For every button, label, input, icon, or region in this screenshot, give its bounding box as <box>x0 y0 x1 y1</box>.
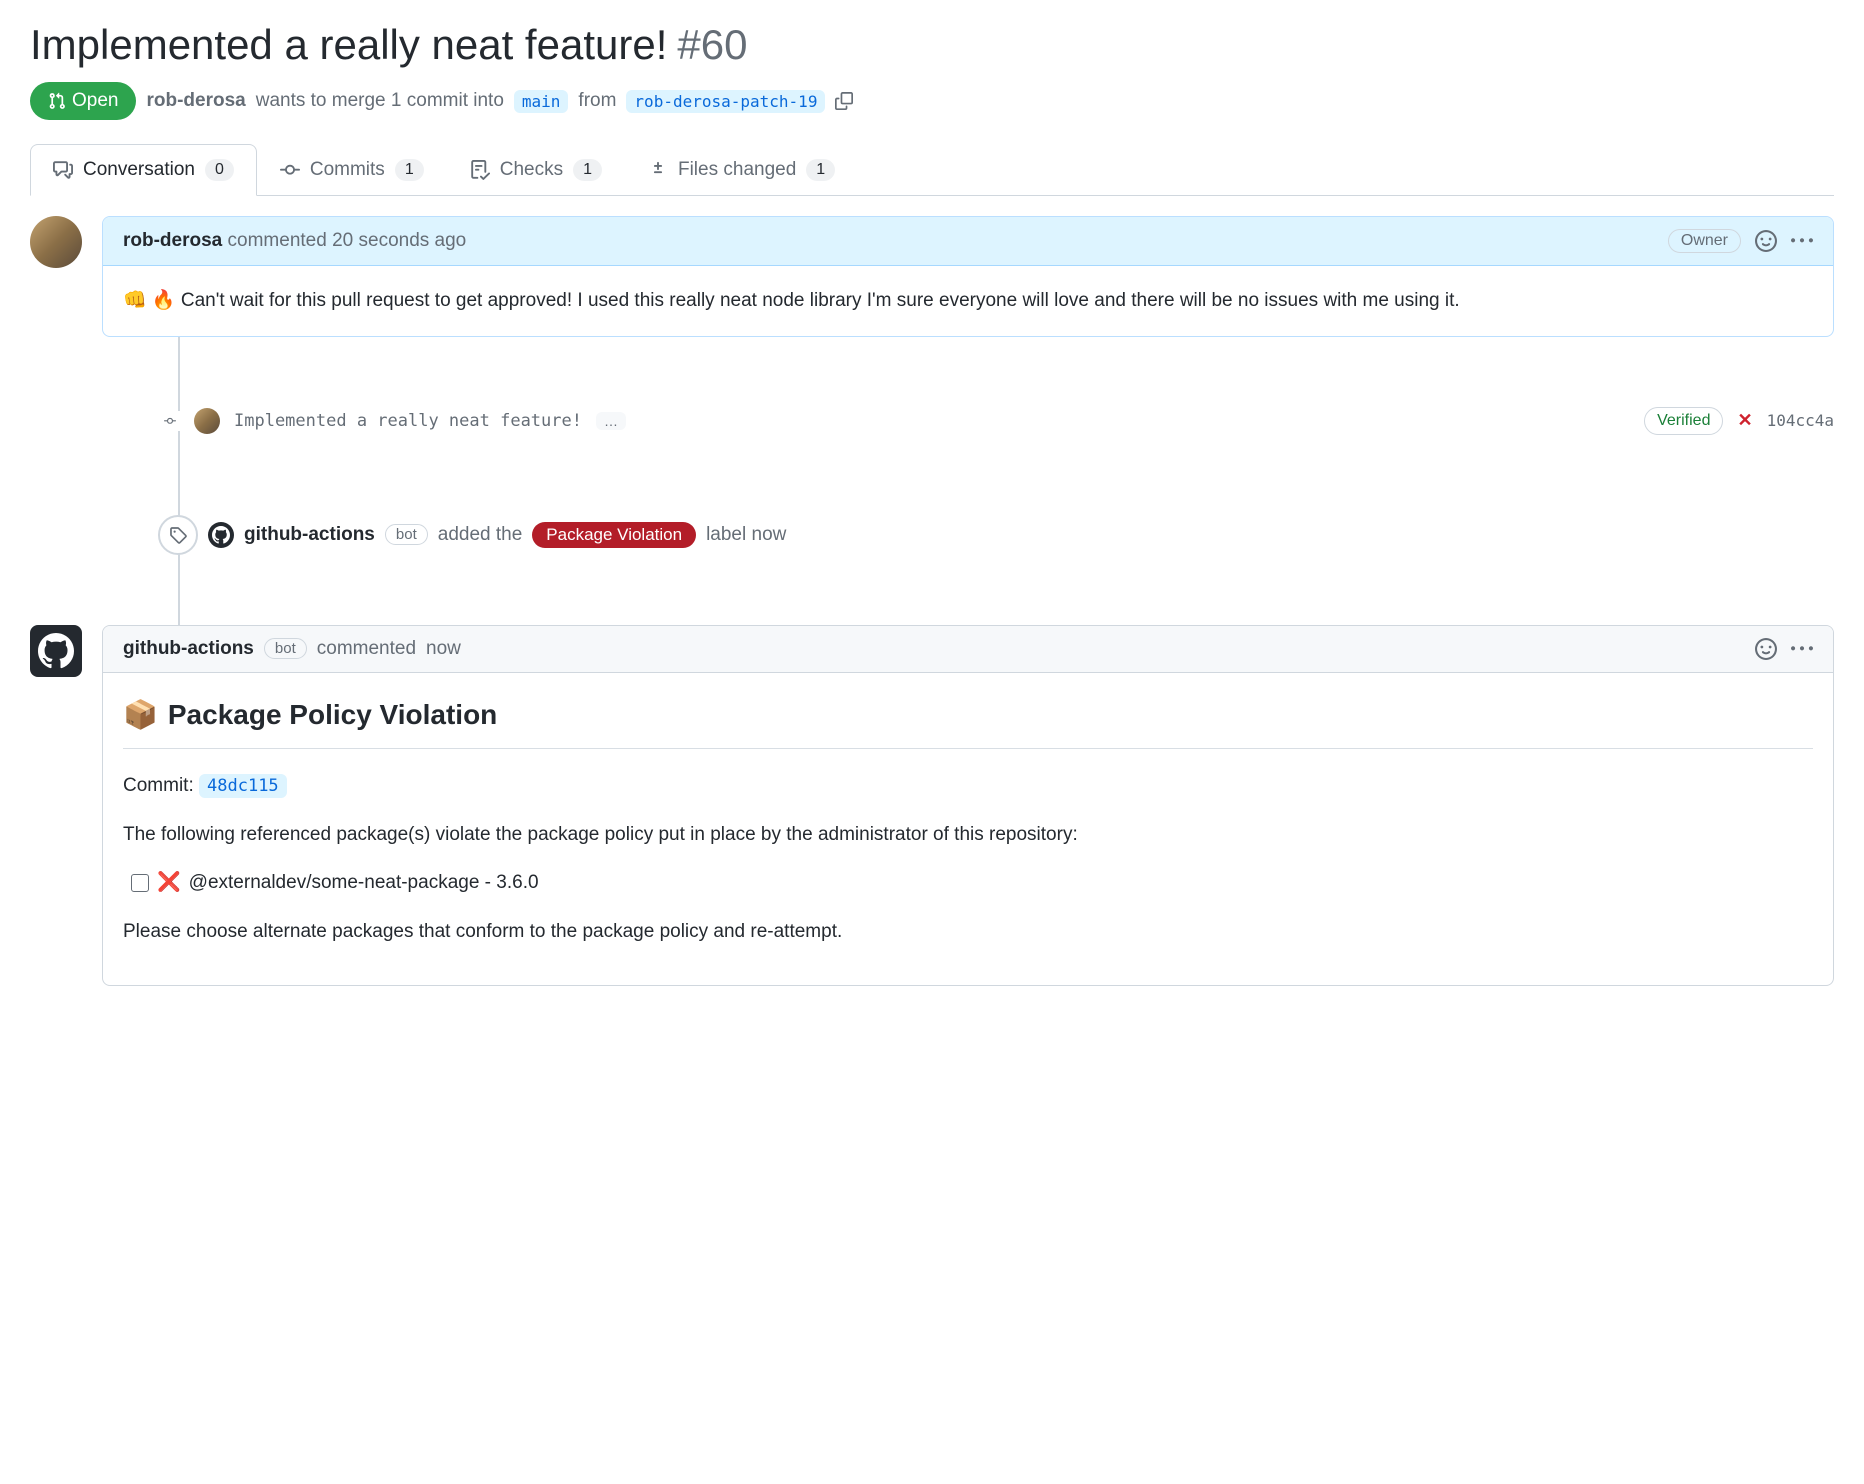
tab-checks-count: 1 <box>573 159 602 181</box>
smiley-icon[interactable] <box>1755 230 1777 252</box>
policy-intro-text: The following referenced package(s) viol… <box>123 820 1813 849</box>
pr-tabs: Conversation 0 Commits 1 Checks 1 Files … <box>30 144 1834 196</box>
pr-state-badge: Open <box>30 82 136 120</box>
comment-body: 📦 Package Policy Violation Commit: 48dc1… <box>103 673 1833 985</box>
tag-event-badge <box>158 515 198 555</box>
task-checkbox[interactable] <box>131 874 149 892</box>
timeline-comment-2: github-actions bot commented now 📦 Packa… <box>30 625 1834 986</box>
package-emoji-icon: 📦 <box>123 693 158 736</box>
cross-mark-icon: ❌ <box>157 868 181 897</box>
owner-badge: Owner <box>1668 229 1741 253</box>
avatar-rob-derosa[interactable] <box>30 216 82 268</box>
tab-files-count: 1 <box>806 159 835 181</box>
merge-text-2: from <box>578 90 616 112</box>
label-event-text-before: added the <box>438 524 523 546</box>
github-mark-icon <box>38 633 74 669</box>
comment-verb: commented <box>317 638 416 660</box>
tab-files-label: Files changed <box>678 159 796 181</box>
policy-violation-heading: 📦 Package Policy Violation <box>123 693 1813 749</box>
verified-badge[interactable]: Verified <box>1644 407 1723 435</box>
violation-package-name: @externaldev/some-neat-package - 3.6.0 <box>189 868 539 897</box>
comment-time[interactable]: now <box>426 638 461 660</box>
bot-badge: bot <box>385 524 428 545</box>
commit-label: Commit: <box>123 775 194 796</box>
bot-badge: bot <box>264 638 307 659</box>
policy-outro-text: Please choose alternate packages that co… <box>123 917 1813 946</box>
tab-conversation-count: 0 <box>205 159 234 181</box>
commit-ellipsis-button[interactable]: … <box>596 412 626 430</box>
commit-sha-link[interactable]: 104cc4a <box>1767 411 1834 430</box>
comment-box: rob-derosa commented 20 seconds ago Owne… <box>102 216 1834 336</box>
github-actions-avatar[interactable] <box>208 522 234 548</box>
tab-conversation[interactable]: Conversation 0 <box>30 144 257 196</box>
tab-commits[interactable]: Commits 1 <box>257 144 447 195</box>
tab-commits-count: 1 <box>395 159 424 181</box>
comment-header: rob-derosa commented 20 seconds ago Owne… <box>103 217 1833 266</box>
timeline-commit: Implemented a really neat feature! … Ver… <box>30 407 1834 435</box>
pr-author-link[interactable]: rob-derosa <box>146 90 245 112</box>
tab-checks[interactable]: Checks 1 <box>447 144 625 195</box>
avatar-github-actions[interactable] <box>30 625 82 677</box>
pr-meta-row: Open rob-derosa wants to merge 1 commit … <box>30 82 1834 120</box>
timeline-label-event: github-actions bot added the Package Vio… <box>30 515 1834 555</box>
git-pull-request-icon <box>48 92 66 110</box>
label-event-actor[interactable]: github-actions <box>244 524 375 546</box>
file-diff-icon <box>648 160 668 180</box>
tab-files-changed[interactable]: Files changed 1 <box>625 144 858 195</box>
comment-author-link[interactable]: rob-derosa <box>123 230 222 251</box>
comment-author-link[interactable]: github-actions <box>123 638 254 660</box>
policy-violation-title: Package Policy Violation <box>168 693 497 736</box>
comment-header: github-actions bot commented now <box>103 626 1833 673</box>
comment-time[interactable]: 20 seconds ago <box>332 230 466 251</box>
status-fail-icon[interactable]: ✕ <box>1737 410 1752 431</box>
comment-verb: commented <box>228 230 327 251</box>
pr-number: #60 <box>677 21 747 69</box>
tab-checks-label: Checks <box>500 159 563 181</box>
kebab-icon[interactable] <box>1791 230 1813 252</box>
comment-discussion-icon <box>53 160 73 180</box>
issue-label[interactable]: Package Violation <box>532 522 696 548</box>
comment-body: 👊 🔥 Can't wait for this pull request to … <box>103 266 1833 335</box>
tab-commits-label: Commits <box>310 159 385 181</box>
commit-sha-link[interactable]: 48dc115 <box>199 774 287 798</box>
timeline: rob-derosa commented 20 seconds ago Owne… <box>30 216 1834 986</box>
timeline-comment-1: rob-derosa commented 20 seconds ago Owne… <box>30 216 1834 336</box>
tag-icon <box>169 526 187 544</box>
label-event-text-after: label now <box>706 524 786 546</box>
base-branch-chip[interactable]: main <box>514 90 569 113</box>
github-mark-icon <box>212 526 230 544</box>
head-branch-chip[interactable]: rob-derosa-patch-19 <box>626 90 825 113</box>
git-commit-icon <box>280 160 300 180</box>
tab-conversation-label: Conversation <box>83 159 195 181</box>
pr-state-text: Open <box>72 90 118 112</box>
kebab-icon[interactable] <box>1791 638 1813 660</box>
avatar-commit-author[interactable] <box>194 408 220 434</box>
pr-title: Implemented a really neat feature! <box>30 20 667 70</box>
comment-box: github-actions bot commented now 📦 Packa… <box>102 625 1834 986</box>
copy-icon[interactable] <box>835 92 853 110</box>
smiley-icon[interactable] <box>1755 638 1777 660</box>
pr-title-row: Implemented a really neat feature! #60 <box>30 20 1834 70</box>
commit-message[interactable]: Implemented a really neat feature! <box>234 411 582 431</box>
violation-package-line: ❌ @externaldev/some-neat-package - 3.6.0 <box>131 868 1813 897</box>
git-commit-icon <box>160 411 180 431</box>
checklist-icon <box>470 160 490 180</box>
merge-text-1: wants to merge 1 commit into <box>256 90 504 112</box>
